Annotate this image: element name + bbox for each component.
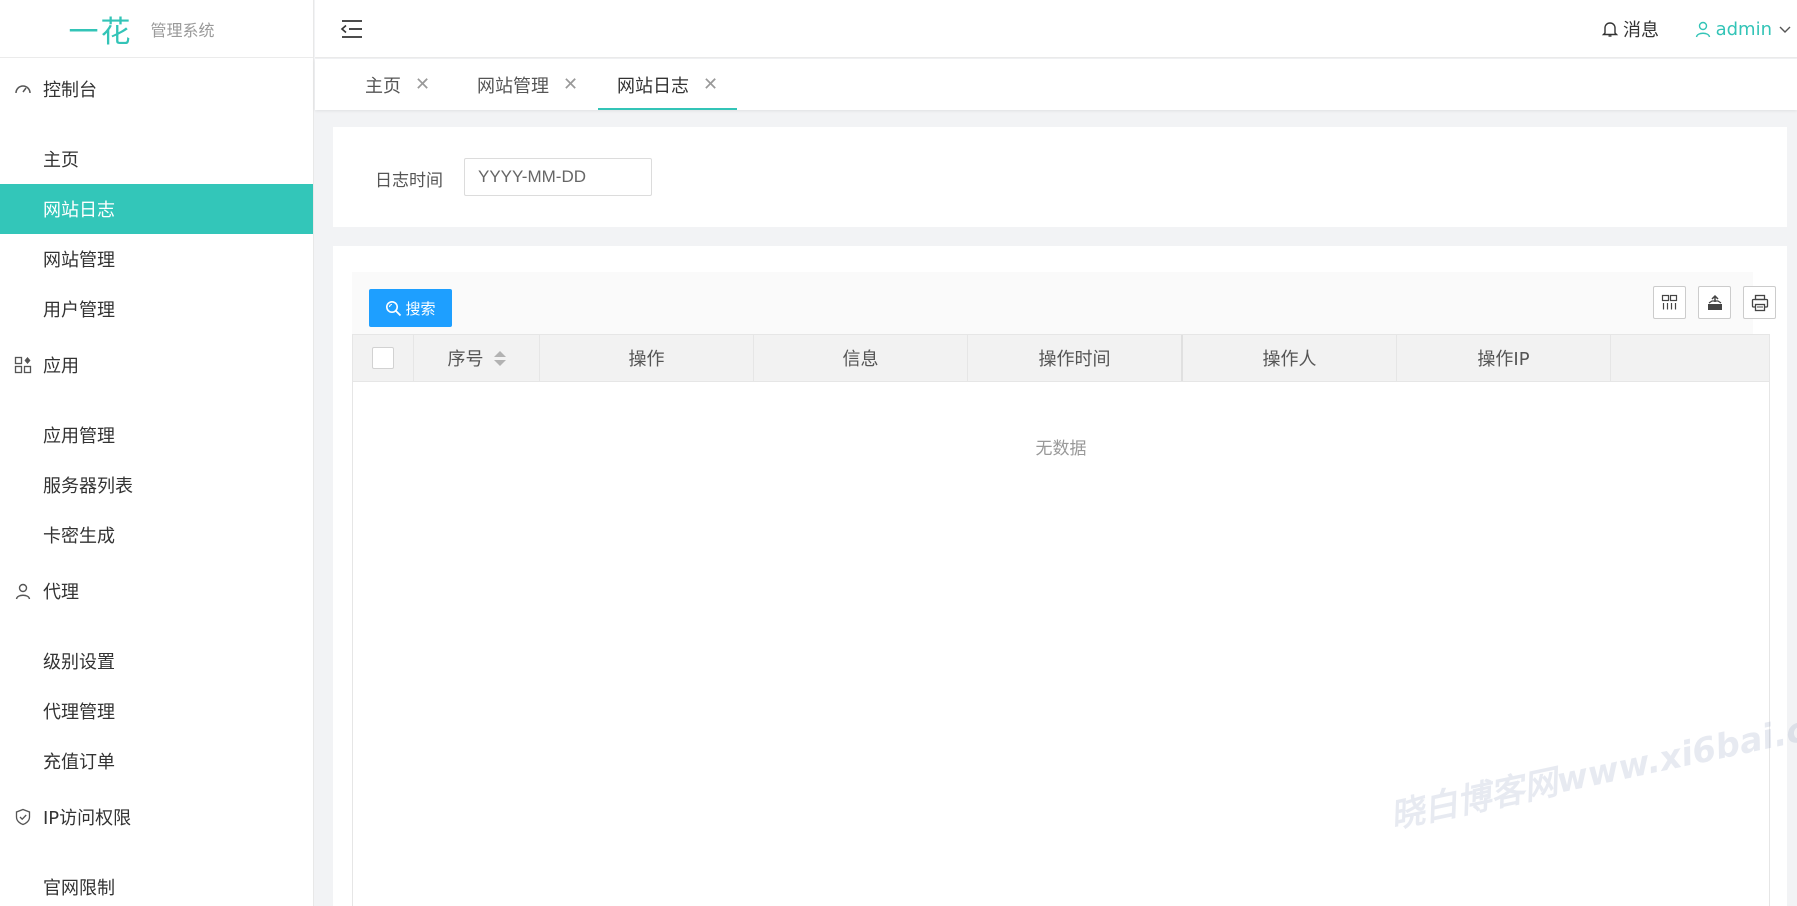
filter-card: 日志时间	[333, 127, 1787, 227]
column-header-ip: 操作IP	[1397, 335, 1611, 381]
user-name: admin	[1715, 18, 1772, 40]
menu-group-apps[interactable]: 应用	[0, 334, 313, 396]
user-menu[interactable]: admin	[1694, 0, 1797, 58]
menu-group-label: IP访问权限	[43, 808, 132, 829]
select-all-checkbox[interactable]	[372, 347, 394, 369]
top-header: 消息 admin	[315, 0, 1797, 58]
notifications-button[interactable]: 消息	[1601, 0, 1659, 58]
search-icon	[386, 300, 402, 316]
menu-group-console[interactable]: 控制台	[0, 58, 313, 120]
select-all-cell	[353, 335, 414, 381]
shield-icon	[13, 807, 33, 827]
print-button[interactable]	[1743, 286, 1776, 319]
export-button[interactable]	[1698, 286, 1731, 319]
tab-label: 网站日志	[617, 75, 689, 97]
tab-label: 网站管理	[477, 75, 549, 97]
close-icon[interactable]: ✕	[563, 74, 578, 95]
sidebar-item-recharge-orders[interactable]: 充值订单	[0, 736, 313, 786]
tab-label: 主页	[365, 75, 401, 97]
column-header-operator: 操作人	[1183, 335, 1397, 381]
table-header: 序号 操作 信息 操作时间 操作人 操作IP	[353, 334, 1769, 382]
sidebar-item-user-manage[interactable]: 用户管理	[0, 284, 313, 334]
column-label: 操作人	[1262, 349, 1317, 370]
sidebar: 一花 管理系统 控制台 主页 网站日志 网站管理 用户管理 应用 应用管理 服务…	[0, 0, 314, 906]
sidebar-item-app-manage[interactable]: 应用管理	[0, 410, 313, 460]
sidebar-item-home[interactable]: 主页	[0, 134, 313, 184]
close-icon[interactable]: ✕	[703, 74, 718, 95]
menu-group-label: 控制台	[43, 80, 97, 101]
dashboard-icon	[13, 79, 33, 99]
sidebar-item-site-limit[interactable]: 官网限制	[0, 862, 313, 906]
column-header-index[interactable]: 序号	[414, 335, 540, 381]
tab-site-manage[interactable]: 网站管理 ✕	[477, 59, 578, 110]
sidebar-item-level-settings[interactable]: 级别设置	[0, 636, 313, 686]
chevron-down-icon	[1779, 26, 1791, 33]
menu-group-ip-access[interactable]: IP访问权限	[0, 786, 313, 848]
column-header-action: 操作	[540, 335, 754, 381]
columns-button[interactable]	[1653, 286, 1686, 319]
search-button[interactable]: 搜索	[369, 289, 452, 327]
menu-group-agent[interactable]: 代理	[0, 560, 313, 622]
column-label: 序号	[447, 349, 484, 370]
empty-state: 无数据	[1035, 439, 1087, 459]
apps-icon	[13, 355, 33, 375]
menu-group-label: 代理	[43, 582, 79, 603]
columns-icon	[1661, 294, 1678, 310]
sidebar-item-agent-manage[interactable]: 代理管理	[0, 686, 313, 736]
close-icon[interactable]: ✕	[415, 74, 430, 95]
menu-group-label: 应用	[43, 356, 79, 377]
export-icon	[1707, 294, 1722, 310]
brand-name: 一花	[68, 14, 133, 50]
table-card: 搜索 序号 操作 信息 操作时间 操作人 操作IP 无数据	[333, 246, 1787, 906]
sidebar-item-site-manage[interactable]: 网站管理	[0, 234, 313, 284]
brand-subtitle: 管理系统	[150, 20, 215, 40]
print-icon	[1751, 294, 1768, 311]
column-label: 操作IP	[1477, 349, 1530, 370]
data-table: 序号 操作 信息 操作时间 操作人 操作IP 无数据	[352, 334, 1770, 906]
table-toolbar: 搜索	[352, 272, 1776, 334]
search-label: 搜索	[405, 300, 436, 318]
column-header-time: 操作时间	[968, 335, 1183, 381]
column-header-info: 信息	[754, 335, 968, 381]
sidebar-item-server-list[interactable]: 服务器列表	[0, 460, 313, 510]
sidebar-item-site-log[interactable]: 网站日志	[0, 184, 313, 234]
tab-site-log[interactable]: 网站日志 ✕	[597, 59, 738, 110]
bell-icon	[1601, 22, 1619, 37]
sort-icon[interactable]	[493, 350, 506, 366]
log-date-input[interactable]	[464, 158, 652, 196]
logo: 一花 管理系统	[0, 0, 313, 58]
column-label: 信息	[842, 349, 879, 370]
page-tabs: 主页 ✕ 网站管理 ✕ 网站日志 ✕	[315, 59, 1797, 110]
user-icon	[1695, 21, 1710, 38]
sidebar-item-card-generate[interactable]: 卡密生成	[0, 510, 313, 560]
column-label: 操作时间	[1038, 349, 1111, 370]
log-time-label: 日志时间	[375, 171, 443, 191]
notify-label: 消息	[1623, 20, 1659, 41]
menu-fold-icon[interactable]	[339, 16, 365, 42]
column-label: 操作	[628, 349, 665, 370]
tab-home[interactable]: 主页 ✕	[365, 59, 430, 110]
user-icon	[13, 581, 33, 601]
